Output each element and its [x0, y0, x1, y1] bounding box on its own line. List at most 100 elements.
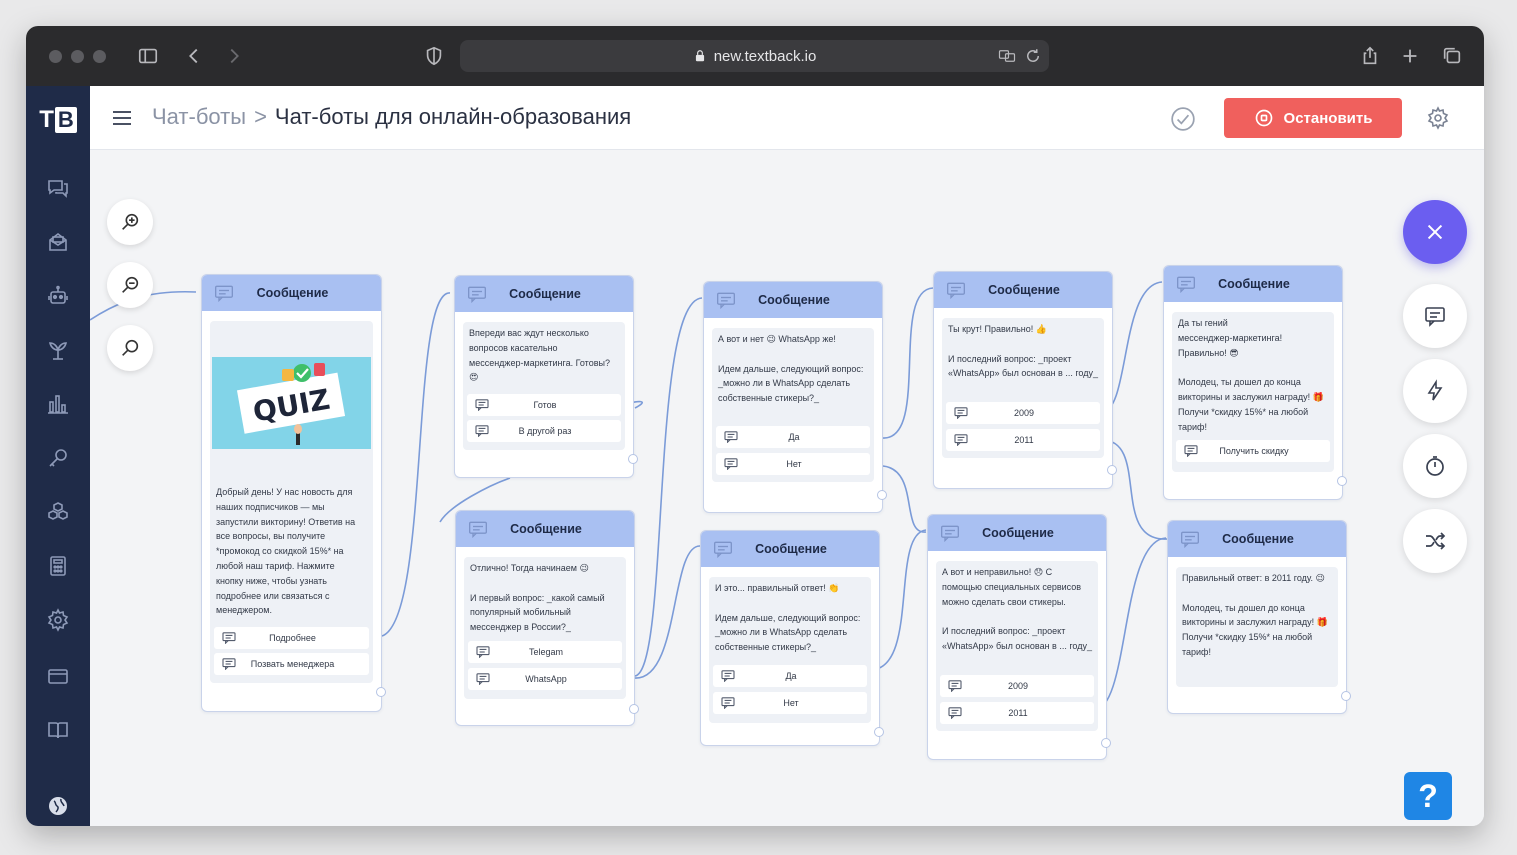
output-port[interactable] [628, 454, 638, 464]
hamburger-icon[interactable] [110, 106, 134, 130]
timer-icon [1426, 456, 1444, 476]
breadcrumb-chatbots-link[interactable]: Чат-боты [152, 104, 246, 130]
sidebar-settings-icon[interactable] [44, 606, 72, 634]
zoom-window-light[interactable] [93, 50, 106, 63]
node-button-whatsapp[interactable]: WhatsApp [468, 668, 622, 690]
node-button-2009[interactable]: 2009 [940, 675, 1094, 697]
message-icon [717, 292, 735, 309]
message-node-3[interactable]: Сообщение Отлично! Тогда начинаем 😉 И пе… [455, 510, 639, 726]
output-port[interactable] [376, 687, 386, 697]
output-port[interactable] [874, 727, 884, 737]
translate-icon[interactable] [998, 47, 1016, 65]
node-button-no[interactable]: Нет [716, 453, 870, 475]
close-icon [1427, 224, 1443, 240]
search-icon [122, 339, 139, 356]
node-title: Сообщение [758, 293, 830, 307]
node-header: Сообщение [704, 282, 882, 318]
node-button-2011[interactable]: 2011 [940, 702, 1094, 724]
check-circle-icon[interactable] [1170, 106, 1196, 132]
close-panel-button[interactable] [1403, 200, 1467, 264]
output-port[interactable] [1341, 691, 1351, 701]
message-node-5[interactable]: Сообщение И это... правильный ответ! 👏 И… [700, 530, 884, 746]
button-icon [948, 680, 962, 692]
message-node-4[interactable]: Сообщение А вот и нет 😉 WhatsApp же! Иде… [703, 281, 887, 513]
reload-icon[interactable] [1024, 47, 1042, 65]
sidebar-billing-icon[interactable] [44, 662, 72, 690]
node-header: Сообщение [934, 272, 1112, 308]
node-header: Сообщение [202, 275, 381, 311]
node-message-text: Ты крут! Правильно! 👍 И последний вопрос… [948, 324, 1098, 379]
shield-icon[interactable] [420, 42, 448, 70]
button-icon [1184, 445, 1198, 457]
sidebar-toggle-icon[interactable] [134, 42, 162, 70]
node-message-text: Впереди вас ждут несколько вопросов каса… [469, 328, 610, 383]
node-message-text: Отлично! Тогда начинаем 😉 И первый вопро… [470, 563, 605, 633]
add-random-button[interactable] [1403, 509, 1467, 573]
sidebar-analytics-icon[interactable] [44, 390, 72, 418]
sidebar-docs-icon[interactable] [44, 716, 72, 744]
button-label: Telegam [528, 647, 564, 657]
sidebar-mailing-icon[interactable] [44, 228, 72, 256]
close-window-light[interactable] [49, 50, 62, 63]
output-port[interactable] [1107, 465, 1117, 475]
message-node-9[interactable]: Сообщение Правильный ответ: в 2011 году.… [1167, 520, 1351, 714]
sidebar-chats-icon[interactable] [44, 174, 72, 202]
stop-bot-button[interactable]: Остановить [1224, 98, 1402, 138]
node-button-telegram[interactable]: Telegam [468, 641, 622, 663]
sidebar-widgets-icon[interactable] [44, 498, 72, 526]
textback-logo[interactable]: TB [34, 100, 82, 140]
node-button-yes[interactable]: Да [716, 426, 870, 448]
logo-letter-t: T [39, 106, 54, 133]
message-node-7[interactable]: Сообщение А вот и неправильно! 😞 С помощ… [927, 514, 1111, 760]
sidebar-growth-icon[interactable] [44, 336, 72, 364]
node-body: Отлично! Тогда начинаем 😉 И первый вопро… [464, 557, 626, 699]
node-button-ready[interactable]: Готов [467, 394, 621, 416]
sidebar-chatbots-icon[interactable] [44, 282, 72, 310]
node-header: Сообщение [1168, 521, 1346, 557]
share-icon[interactable] [1356, 42, 1384, 70]
node-button-more[interactable]: Подробнее [214, 627, 369, 649]
node-button-later[interactable]: В другой раз [467, 420, 621, 442]
zoom-out-button[interactable] [107, 262, 153, 308]
url-text: new.textback.io [713, 47, 817, 65]
add-message-button[interactable] [1403, 284, 1467, 348]
node-title: Сообщение [1218, 277, 1290, 291]
message-icon [1425, 307, 1445, 327]
output-port[interactable] [629, 704, 639, 714]
add-delay-button[interactable] [1403, 434, 1467, 498]
message-node-2[interactable]: Сообщение Впереди вас ждут несколько воп… [454, 275, 638, 478]
gear-icon[interactable] [1426, 106, 1450, 130]
forward-icon[interactable] [220, 42, 248, 70]
node-body: А вот и нет 😉 WhatsApp же! Идем дальше, … [712, 328, 874, 482]
message-node-1[interactable]: Сообщение QUIZ Добрый день! У нас новост… [201, 274, 386, 712]
output-port[interactable] [1337, 476, 1347, 486]
add-action-button[interactable] [1403, 359, 1467, 423]
page-header: Чат-боты > Чат-боты для онлайн-образован… [90, 86, 1484, 150]
tab-overview-icon[interactable] [1438, 42, 1466, 70]
button-label: В другой раз [518, 426, 572, 436]
sidebar-integrations-icon[interactable] [44, 444, 72, 472]
node-button-yes[interactable]: Да [713, 665, 867, 687]
address-bar[interactable]: new.textback.io [460, 40, 1049, 72]
message-node-6[interactable]: Сообщение Ты крут! Правильно! 👍 И послед… [933, 271, 1117, 489]
node-button-2009[interactable]: 2009 [946, 402, 1100, 424]
node-button-no[interactable]: Нет [713, 692, 867, 714]
help-button[interactable]: ? [1404, 772, 1452, 820]
button-icon [222, 632, 236, 644]
zoom-reset-button[interactable] [107, 325, 153, 371]
back-icon[interactable] [180, 42, 208, 70]
sidebar-language-icon[interactable] [44, 792, 72, 820]
new-tab-icon[interactable] [1396, 42, 1424, 70]
output-port[interactable] [1101, 738, 1111, 748]
node-title: Сообщение [988, 283, 1060, 297]
node-button-2011[interactable]: 2011 [946, 429, 1100, 451]
message-node-8[interactable]: Сообщение Да ты гений мессенджер-маркети… [1163, 265, 1347, 500]
minimize-window-light[interactable] [71, 50, 84, 63]
flow-canvas[interactable]: Сообщение QUIZ Добрый день! У нас новост… [90, 150, 1484, 826]
node-button-call-manager[interactable]: Позвать менеджера [214, 653, 369, 675]
sidebar-calculator-icon[interactable] [44, 552, 72, 580]
output-port[interactable] [877, 490, 887, 500]
node-button-get-discount[interactable]: Получить скидку [1176, 440, 1330, 462]
node-title: Сообщение [755, 542, 827, 556]
zoom-in-button[interactable] [107, 199, 153, 245]
